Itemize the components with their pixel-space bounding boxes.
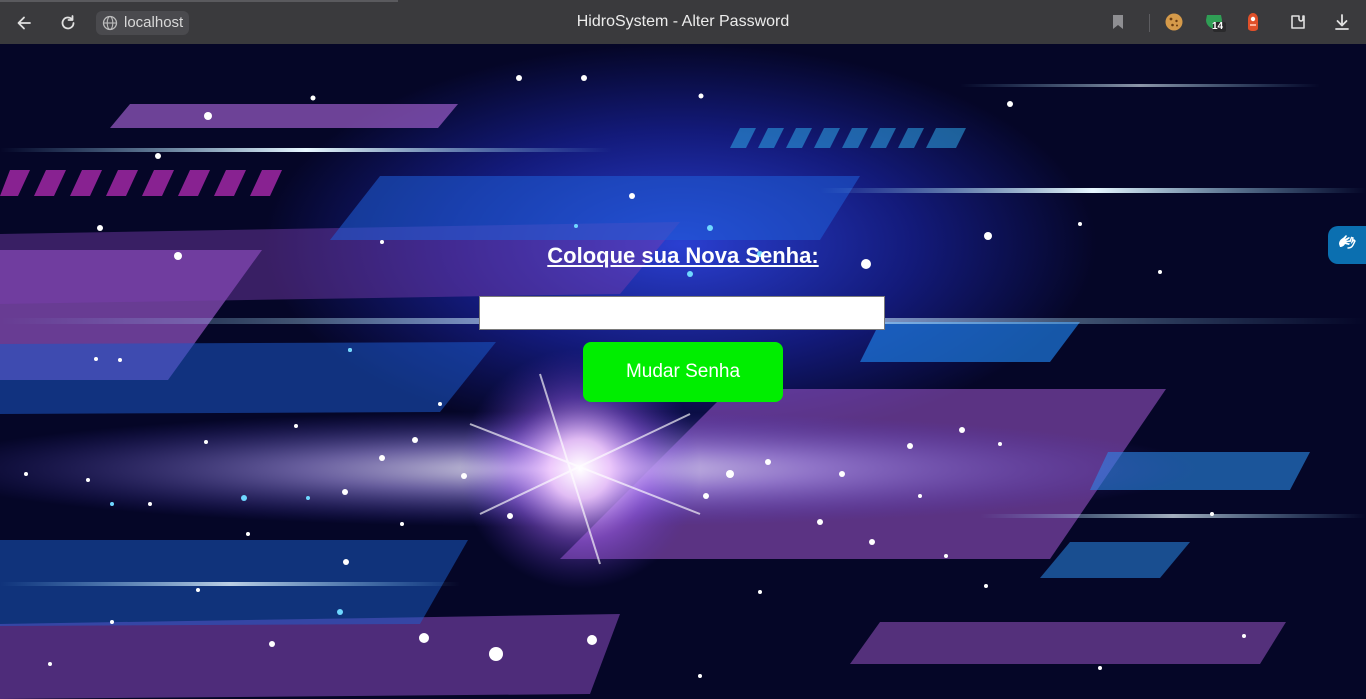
accessibility-widget[interactable] [1328, 226, 1366, 264]
new-password-input[interactable] [479, 296, 885, 330]
window-title: HidroSystem - Alter Password [576, 13, 790, 30]
cookie-icon[interactable] [1163, 11, 1185, 33]
fox-extension-icon[interactable] [1242, 11, 1264, 33]
bookmark-icon[interactable] [1107, 11, 1129, 33]
browser-toolbar: localhost HidroSystem - Alter Password 1… [0, 0, 1366, 44]
page-viewport: Coloque sua Nova Senha: Mudar Senha [0, 44, 1366, 699]
extensions-icon[interactable] [1287, 11, 1309, 33]
download-icon[interactable] [1331, 11, 1353, 33]
sign-language-hands-icon [1335, 232, 1359, 259]
change-password-button[interactable]: Mudar Senha [583, 342, 783, 402]
active-tab-indicator [0, 0, 398, 2]
toolbar-divider [1149, 14, 1150, 32]
shield-extension-icon[interactable]: 14 [1204, 11, 1226, 33]
extension-badge: 14 [1212, 21, 1224, 32]
page-heading: Coloque sua Nova Senha: [547, 243, 819, 268]
